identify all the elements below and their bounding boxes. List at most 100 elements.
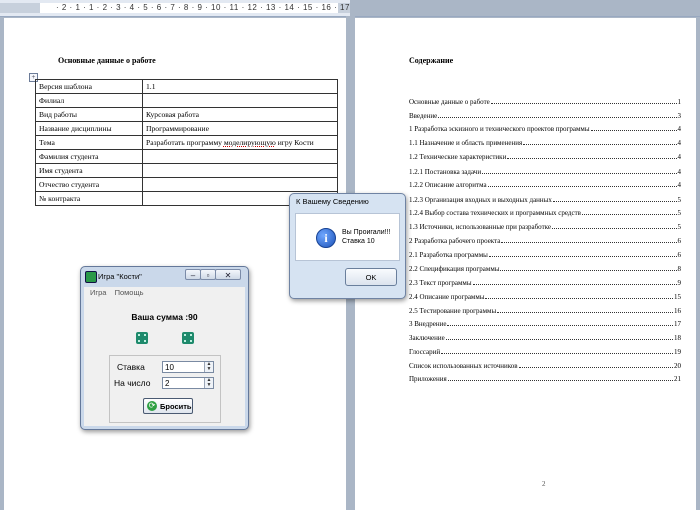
menu-game[interactable]: Игра — [90, 287, 106, 299]
toc-entry[interactable]: Заключение 18 — [409, 334, 681, 342]
table-key-cell[interactable]: Вид работы — [35, 107, 143, 122]
toc-entry-page: 17 — [674, 320, 681, 328]
toc-leader-dots — [482, 168, 677, 174]
menu-help[interactable]: Помощь — [115, 287, 144, 299]
toc-leader-dots — [552, 196, 677, 202]
toc-entry-page: 4 — [677, 139, 682, 147]
toc-entry-text: 3 Внедрение — [409, 320, 447, 328]
toc-entry[interactable]: 1.2.1 Постановка задачи 4 — [409, 168, 681, 176]
toc-entry-text: 2.5 Тестирование программы — [409, 307, 497, 315]
table-row[interactable]: Отчество студента — [35, 177, 338, 192]
toc-entry[interactable]: 1.2.2 Описание алгоритма 4 — [409, 181, 681, 189]
toc-entry[interactable]: 1.1 Назначение и область применения 4 — [409, 139, 681, 147]
toc-entry[interactable]: Список использованных источников 20 — [409, 362, 681, 370]
toc-entry[interactable]: 3 Внедрение 17 — [409, 320, 681, 328]
toc-entry-text: Список использованных источников — [409, 362, 518, 370]
game-titlebar[interactable]: Игра "Кости" – ▫ ✕ — [81, 267, 248, 286]
table-row[interactable]: Вид работы Курсовая работа — [35, 107, 338, 122]
dice-game-window[interactable]: Игра "Кости" – ▫ ✕ Игра Помощь Ваша сумм… — [80, 266, 249, 430]
toc-entry[interactable]: 1.2 Технические характеристики 4 — [409, 153, 681, 161]
table-key-cell[interactable]: Версия шаблона — [35, 79, 143, 94]
toc-entry-text: Введение — [409, 112, 438, 120]
ruler-empty-area — [350, 0, 700, 16]
table-value-cell[interactable] — [142, 149, 338, 164]
table-value-cell[interactable] — [142, 93, 338, 108]
toc-entry[interactable]: 1.2.4 Выбор состава технических и програ… — [409, 209, 681, 217]
info-message-dialog[interactable]: К Вашему Сведению i Вы Проигали!!! Ставк… — [289, 193, 406, 299]
table-row[interactable]: Фамилия студента — [35, 149, 338, 164]
toc-entry[interactable]: Введение 3 — [409, 112, 681, 120]
ok-button[interactable]: OK — [345, 268, 397, 286]
toc-entry-page: 1 — [677, 98, 682, 106]
table-key-cell[interactable]: Название дисциплины — [35, 121, 143, 136]
table-key-cell[interactable]: Отчество студента — [35, 177, 143, 192]
document-page-2[interactable]: Содержание Основные данные о работе 1 Введ… — [355, 18, 696, 510]
roll-button-label: Бросить — [160, 402, 192, 411]
maximize-button[interactable]: ▫ — [200, 269, 216, 280]
toc-entry[interactable]: Глоссарий 19 — [409, 348, 681, 356]
toc-entry-text: Приложения — [409, 375, 447, 383]
table-value-cell[interactable]: Курсовая работа — [142, 107, 338, 122]
table-row[interactable]: Имя студента — [35, 163, 338, 178]
toc-leader-dots — [485, 293, 673, 299]
table-value-cell[interactable]: 1.1 — [142, 79, 338, 94]
game-menubar: Игра Помощь — [84, 287, 245, 299]
toc-entry[interactable]: 2.2 Спецификация программы 8 — [409, 265, 681, 273]
toc-entry-page: 6 — [677, 251, 682, 259]
toc-entry-text: Основные данные о работе — [409, 98, 490, 106]
toc-entry-page: 8 — [677, 265, 682, 273]
toc-entry-page: 16 — [674, 307, 681, 315]
toc-entry-text: 1.2.3 Организация входных и выходных дан… — [409, 196, 552, 204]
toc-entry-text: 1.2.2 Описание алгоритма — [409, 181, 487, 189]
toc-entry[interactable]: Приложения 21 — [409, 375, 681, 383]
table-key-cell[interactable]: Тема — [35, 135, 143, 150]
stake-label: Ставка — [117, 362, 145, 372]
spellcheck-underline[interactable]: моделирующую — [224, 138, 276, 147]
table-row[interactable]: Филиал — [35, 93, 338, 108]
dialog-footer: OK — [290, 260, 405, 298]
table-row[interactable]: Название дисциплины Программирование — [35, 121, 338, 136]
horizontal-ruler[interactable]: · 2 · 1 · 1 · 2 · 3 · 4 · 5 · 6 · 7 · 8 … — [0, 0, 700, 17]
toc-entry[interactable]: 1.3 Источники, использованные при разраб… — [409, 223, 681, 231]
table-value-cell[interactable] — [142, 163, 338, 178]
number-spin-arrows-icon[interactable]: ▲ ▼ — [204, 378, 213, 388]
toc-entry[interactable]: 2.3 Текст программы 9 — [409, 279, 681, 287]
toc-entry[interactable]: Основные данные о работе 1 — [409, 98, 681, 106]
toc-entry[interactable]: 2 Разработка рабочего проекта 6 — [409, 237, 681, 245]
dialog-message-line-1: Вы Проигали!!! — [342, 229, 391, 236]
ruler-left-margin — [0, 3, 40, 13]
number-spinbox[interactable]: 2 ▲ ▼ — [162, 377, 214, 389]
toc-entry-page: 9 — [677, 279, 682, 287]
toc-entry[interactable]: 1 Разработка эскизного и технического пр… — [409, 125, 681, 133]
toc-entry-text: 1.1 Назначение и область применения — [409, 139, 523, 147]
toc-entry-text: 2.1 Разработка программы — [409, 251, 488, 259]
toc-entry-page: 15 — [674, 293, 681, 301]
dice-app-icon — [85, 271, 97, 283]
toc-entry[interactable]: 2.1 Разработка программы 6 — [409, 251, 681, 259]
table-key-cell[interactable]: Фамилия студента — [35, 149, 143, 164]
stake-spinbox[interactable]: 10 ▲ ▼ — [162, 361, 214, 373]
work-data-table[interactable]: Версия шаблона 1.1 Филиал Вид работы Курсова… — [35, 79, 338, 206]
roll-button[interactable]: ⟳ Бросить — [143, 398, 193, 414]
toc-entry[interactable]: 2.5 Тестирование программы 16 — [409, 307, 681, 315]
toc-entry[interactable]: 1.2.3 Организация входных и выходных дан… — [409, 196, 681, 204]
minimize-button[interactable]: – — [185, 269, 201, 280]
dialog-title[interactable]: К Вашему Сведению — [290, 194, 405, 211]
toc-leader-dots — [590, 125, 677, 131]
toc-leader-dots — [500, 265, 677, 271]
table-value-cell[interactable]: Разработать программу моделирующую игру … — [142, 135, 338, 150]
stake-spin-arrows-icon[interactable]: ▲ ▼ — [204, 362, 213, 372]
table-key-cell[interactable]: Имя студента — [35, 163, 143, 178]
table-key-cell[interactable]: № контракта — [35, 191, 143, 206]
toc-entry-page: 18 — [674, 334, 681, 342]
toc-leader-dots — [490, 98, 677, 104]
toc-entry-page: 6 — [677, 237, 682, 245]
close-button[interactable]: ✕ — [215, 269, 241, 280]
table-row[interactable]: Тема Разработать программу моделирующую и… — [35, 135, 338, 150]
table-value-cell[interactable]: Программирование — [142, 121, 338, 136]
table-key-cell[interactable]: Филиал — [35, 93, 143, 108]
table-value-cell[interactable] — [142, 177, 338, 192]
toc-entry[interactable]: 2.4 Описание программы 15 — [409, 293, 681, 301]
game-window-title: Игра "Кости" — [98, 272, 142, 281]
table-row[interactable]: Версия шаблона 1.1 — [35, 79, 338, 94]
